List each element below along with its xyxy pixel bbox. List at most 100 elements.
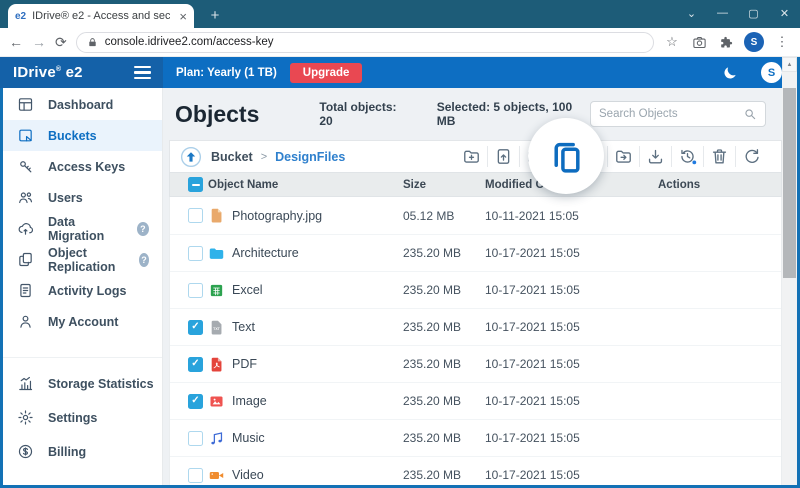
table-row[interactable]: TXT Text 235.20 MB 10-17-2021 15:05 [170, 308, 781, 345]
video-icon [208, 467, 225, 484]
sidebar-item-label: Dashboard [48, 98, 113, 112]
tab-close-icon[interactable]: × [179, 10, 187, 23]
sidebar-item[interactable]: Dashboard [0, 89, 162, 120]
help-icon[interactable]: ? [139, 253, 149, 267]
txt-icon: TXT [208, 319, 225, 336]
search-input[interactable] [599, 108, 743, 120]
sidebar-item-label: Storage Statistics [48, 377, 154, 391]
replicate-icon [17, 251, 35, 269]
sidebar-item[interactable]: Billing [0, 435, 162, 469]
browser-profile-avatar[interactable]: S [744, 32, 764, 52]
object-name[interactable]: Photography.jpg [232, 209, 403, 223]
object-name[interactable]: Architecture [232, 246, 403, 260]
table-row[interactable]: PDF 235.20 MB 10-17-2021 15:05 [170, 345, 781, 382]
sidebar-item-label: Object Replication [48, 246, 126, 274]
extensions-puzzle-icon[interactable] [717, 33, 735, 51]
total-objects-label: Total objects: 20 [319, 100, 410, 128]
upgrade-button[interactable]: Upgrade [290, 63, 363, 83]
scroll-up-arrow-icon[interactable]: ▲ [782, 57, 797, 72]
upload-file-icon [494, 147, 513, 166]
stats-icon [17, 375, 35, 393]
excel-icon [208, 282, 225, 299]
search-icon[interactable] [743, 107, 757, 121]
object-modified: 10-11-2021 15:05 [485, 209, 658, 223]
table-row[interactable]: Excel 235.20 MB 10-17-2021 15:05 [170, 271, 781, 308]
object-name[interactable]: Music [232, 431, 403, 445]
object-modified: 10-17-2021 15:05 [485, 394, 658, 408]
copy-icon [548, 138, 585, 175]
sidebar-item[interactable]: Access Keys [0, 151, 162, 182]
table-row[interactable]: Video 235.20 MB 10-17-2021 15:05 [170, 456, 781, 488]
sidebar-item[interactable]: Settings [0, 401, 162, 435]
image-icon [208, 393, 225, 410]
table-row[interactable]: Music 235.20 MB 10-17-2021 15:05 [170, 419, 781, 456]
sidebar-item[interactable]: Data Migration ? [0, 213, 162, 244]
browser-menu-icon[interactable]: ⋮ [773, 33, 791, 51]
camera-icon[interactable] [690, 33, 708, 51]
user-avatar[interactable]: S [761, 62, 782, 83]
object-name[interactable]: PDF [232, 357, 403, 371]
sidebar-item[interactable]: My Account [0, 306, 162, 337]
reload-icon[interactable]: ⟳ [55, 35, 67, 49]
object-size: 05.12 MB [403, 209, 485, 223]
version-history-icon [678, 147, 697, 166]
row-checkbox[interactable] [188, 320, 203, 335]
row-checkbox[interactable] [188, 357, 203, 372]
plan-label: Plan: Yearly (1 TB) [176, 67, 277, 79]
app-page: IDrive® e2 Plan: Yearly (1 TB) Upgrade S [0, 57, 800, 488]
jpg-file-icon [208, 207, 225, 224]
row-checkbox[interactable] [188, 208, 203, 223]
sidebar-item-label: Settings [48, 411, 97, 425]
row-checkbox[interactable] [188, 468, 203, 483]
window-controls: ⌄ — ▢ ✕ [676, 0, 800, 26]
new-tab-button[interactable]: + [204, 7, 226, 24]
download-icon [646, 147, 665, 166]
object-name[interactable]: Excel [232, 283, 403, 297]
row-checkbox[interactable] [188, 283, 203, 298]
browser-window: e2 IDrive® e2 - Access and secret ke × +… [0, 0, 800, 488]
browser-tab[interactable]: e2 IDrive® e2 - Access and secret ke × [8, 4, 194, 28]
object-name[interactable]: Image [232, 394, 403, 408]
page-scrollbar[interactable]: ▲ [782, 57, 797, 485]
object-name[interactable]: Text [232, 320, 403, 334]
row-checkbox[interactable] [188, 394, 203, 409]
sidebar-item-label: Access Keys [48, 160, 125, 174]
column-object-name: Object Name [208, 179, 403, 191]
dark-mode-moon-icon[interactable] [722, 65, 738, 81]
close-button[interactable]: ✕ [769, 0, 800, 26]
sidebar-item[interactable]: Activity Logs [0, 275, 162, 306]
create-folder-icon [462, 147, 481, 166]
sidebar-item[interactable]: Storage Statistics [0, 367, 162, 401]
tab-search-icon[interactable]: ⌄ [676, 0, 707, 26]
table-row[interactable]: Architecture 235.20 MB 10-17-2021 15:05 [170, 234, 781, 271]
scrollbar-thumb[interactable] [783, 88, 796, 278]
up-level-icon[interactable] [180, 146, 202, 168]
browser-addressbar: ← → ⟳ console.idrivee2.com/access-key ☆ … [0, 28, 800, 57]
bookmark-star-icon[interactable]: ☆ [663, 33, 681, 51]
select-all-checkbox[interactable] [188, 177, 203, 192]
copy-action-highlight[interactable] [528, 118, 604, 194]
back-icon[interactable]: ← [9, 35, 23, 49]
page-title: Objects [175, 101, 259, 128]
address-bar[interactable]: console.idrivee2.com/access-key [76, 32, 654, 53]
row-checkbox[interactable] [188, 246, 203, 261]
row-checkbox[interactable] [188, 431, 203, 446]
minimize-button[interactable]: — [707, 0, 738, 26]
object-name[interactable]: Video [232, 468, 403, 482]
sidebar-item[interactable]: Users [0, 182, 162, 213]
toolbar: Bucket > DesignFiles [169, 140, 782, 172]
app-header: IDrive® e2 Plan: Yearly (1 TB) Upgrade S [0, 57, 800, 88]
table-row[interactable]: Image 235.20 MB 10-17-2021 15:05 [170, 382, 781, 419]
sidebar-item[interactable]: Buckets [0, 120, 162, 151]
move-object-icon [614, 147, 633, 166]
help-icon[interactable]: ? [137, 222, 149, 236]
hamburger-menu-icon[interactable] [134, 66, 151, 79]
breadcrumb-root[interactable]: Bucket [211, 150, 253, 164]
sidebar-item[interactable]: Object Replication ? [0, 244, 162, 275]
maximize-button[interactable]: ▢ [738, 0, 769, 26]
forward-icon[interactable]: → [32, 35, 46, 49]
sidebar-item-label: Activity Logs [48, 284, 127, 298]
table-row[interactable]: Photography.jpg 05.12 MB 10-11-2021 15:0… [170, 197, 781, 234]
cloud-icon [17, 220, 35, 238]
object-size: 235.20 MB [403, 468, 485, 482]
